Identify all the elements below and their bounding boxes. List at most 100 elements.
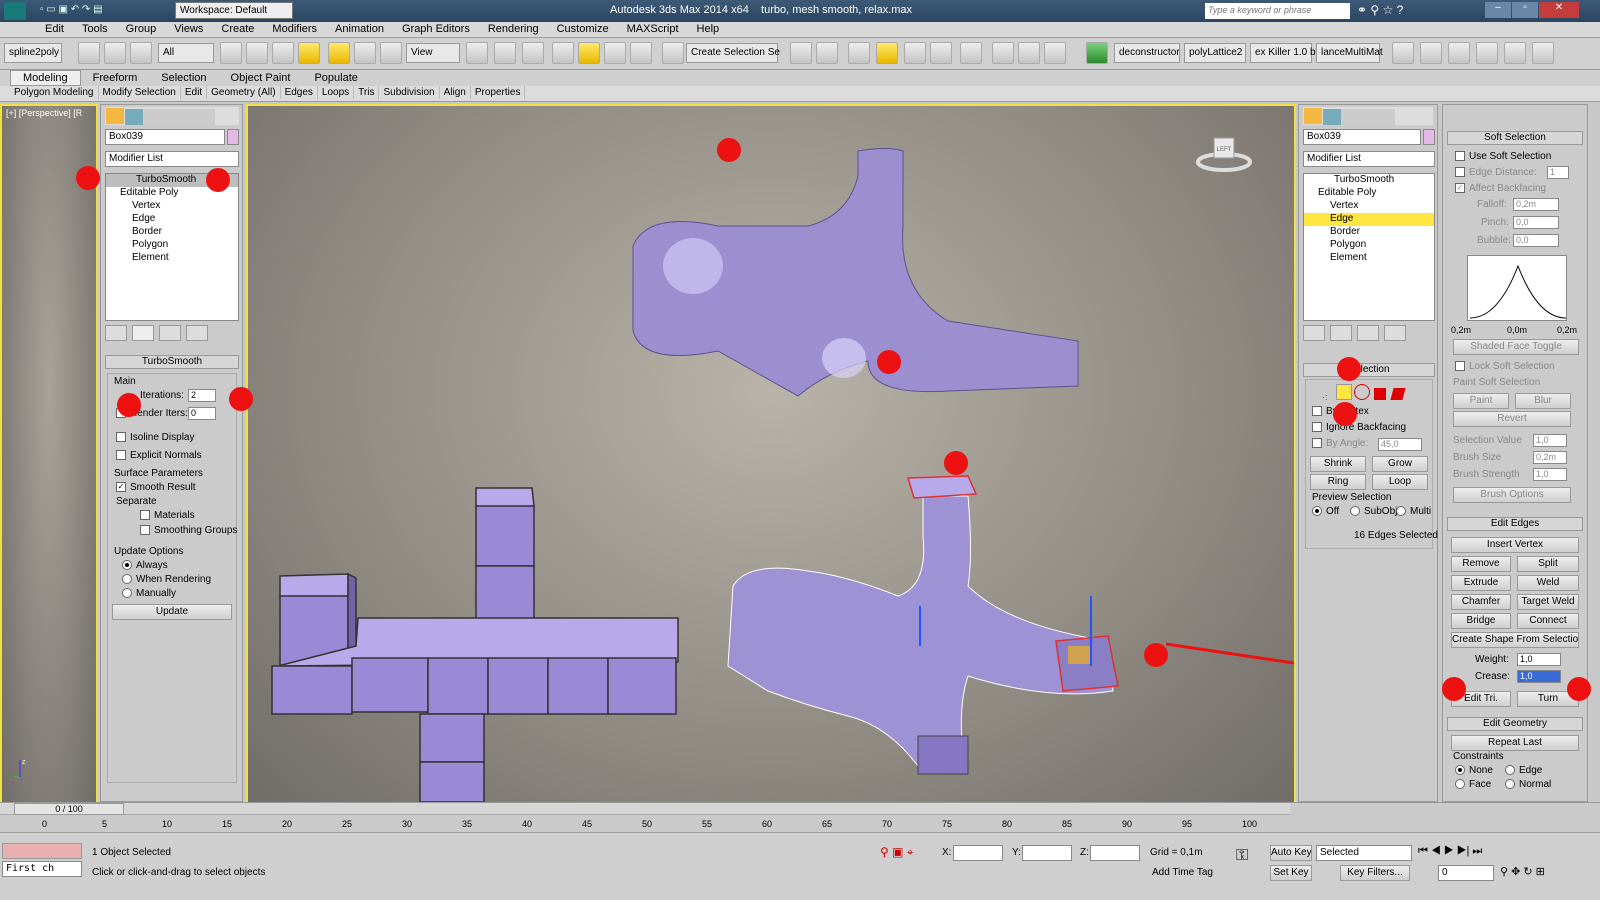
preview-subobj-radio[interactable] [1350, 506, 1360, 517]
subobject-level-icons[interactable]: ·: [1322, 384, 1426, 402]
always-radio-row[interactable]: Always [122, 560, 168, 571]
preview-off-radio[interactable] [1312, 506, 1322, 517]
when-rendering-radio-row[interactable]: When Rendering [122, 574, 211, 585]
link-icon[interactable] [78, 42, 100, 64]
curve-editor-icon[interactable] [904, 42, 926, 64]
rotate-icon[interactable] [354, 42, 376, 64]
x-coordinate-field[interactable] [953, 845, 1003, 861]
ribbon-panel[interactable]: Subdivision [379, 86, 440, 99]
configure-sets-icon[interactable] [1384, 325, 1406, 341]
box-base-object[interactable] [271, 487, 679, 803]
menu-item[interactable]: Customize [548, 22, 618, 36]
create-tab-icon[interactable] [106, 108, 124, 124]
add-time-tag-text[interactable]: Add Time Tag [1152, 867, 1213, 878]
when-rendering-radio[interactable] [122, 574, 132, 585]
keyboard-shortcut-icon[interactable] [522, 42, 544, 64]
rect-region-icon[interactable] [272, 42, 294, 64]
render-setup-icon[interactable] [992, 42, 1014, 64]
edge-distance-row[interactable]: Edge Distance: [1455, 167, 1537, 178]
ribbon-panel[interactable]: Edges [281, 86, 318, 99]
shirt-icon[interactable] [1448, 42, 1470, 64]
right-command-tabs[interactable] [1303, 107, 1433, 125]
menu-item[interactable]: Rendering [479, 22, 548, 36]
constraint-edge-radio[interactable] [1505, 765, 1515, 776]
materials-row[interactable]: Materials [140, 510, 195, 521]
edge-distance-spinner[interactable]: 1 [1547, 166, 1569, 179]
constraint-normal-row[interactable]: Normal [1505, 779, 1551, 790]
vertex-level-icon[interactable]: ·: [1322, 392, 1336, 406]
schematic-view-icon[interactable] [930, 42, 952, 64]
ribbon-panel[interactable]: Polygon Modeling [10, 86, 99, 99]
wireframe-smooth-object[interactable] [727, 475, 1119, 775]
left-viewport[interactable]: [+] [Perspective] [R z [0, 104, 98, 819]
ribbon-tab[interactable]: Object Paint [219, 71, 303, 85]
time-slider-thumb[interactable]: 0 / 100 [14, 803, 124, 815]
modify-tab-icon[interactable] [1323, 109, 1341, 125]
by-vertex-checkbox[interactable] [1312, 406, 1322, 417]
grow-button[interactable]: Grow [1372, 456, 1428, 472]
menu-item[interactable]: Edit [36, 22, 73, 36]
stack-item[interactable]: Vertex [1304, 200, 1434, 213]
app-logo-icon[interactable] [4, 2, 26, 20]
preview-subobj-row[interactable]: SubObj [1350, 506, 1397, 517]
brush-strength-spinner[interactable]: 1,0 [1533, 468, 1567, 481]
render-icon[interactable] [1044, 42, 1066, 64]
script-button-killer[interactable]: ex Killer 1.0 by [1250, 43, 1321, 63]
explicit-normals-row[interactable]: Explicit Normals [116, 450, 202, 461]
y-coordinate-field[interactable] [1022, 845, 1072, 861]
script-button-deconstructor[interactable]: deconstructor [1114, 43, 1180, 63]
perspective-viewport[interactable]: LEFT [246, 104, 1296, 819]
selection-rollout-header[interactable]: Selection [1303, 363, 1435, 377]
stack-item[interactable]: Polygon [106, 239, 238, 252]
affect-backfacing-checkbox[interactable]: ✓ [1455, 183, 1465, 194]
use-soft-selection-row[interactable]: Use Soft Selection [1455, 151, 1551, 162]
quick-access-icons[interactable]: ▫ ▭ ▣ ↶ ↷ ▤ [40, 4, 170, 18]
object-color-swatch-right[interactable] [1423, 129, 1435, 145]
bridge-button[interactable]: Bridge [1451, 613, 1511, 629]
crease-spinner[interactable]: 1,0 [1517, 670, 1561, 683]
z-coordinate-field[interactable] [1090, 845, 1140, 861]
workspace-dropdown[interactable]: Workspace: Default [175, 2, 293, 19]
create-shape-button[interactable]: Create Shape From Selection [1451, 632, 1579, 648]
smooth-result-checkbox[interactable]: ✓ [116, 482, 126, 493]
constraint-none-row[interactable]: None [1455, 765, 1493, 776]
constraint-normal-radio[interactable] [1505, 779, 1515, 790]
shrink-button[interactable]: Shrink [1310, 456, 1366, 472]
manipulate-icon[interactable] [494, 42, 516, 64]
selection-value-spinner[interactable]: 1,0 [1533, 434, 1567, 447]
stack-tools-right[interactable] [1303, 325, 1435, 343]
extrude-button[interactable]: Extrude [1451, 575, 1511, 591]
extra-tool-icon[interactable] [1532, 42, 1554, 64]
minimize-button[interactable]: – [1485, 2, 1511, 18]
update-button[interactable]: Update [112, 604, 232, 620]
selection-filter-dropdown[interactable]: All [158, 43, 214, 63]
shaded-face-toggle-button[interactable]: Shaded Face Toggle [1453, 339, 1579, 355]
maximize-button[interactable]: ▫ [1512, 2, 1538, 18]
display-tab-icon[interactable] [179, 109, 197, 125]
border-level-icon[interactable] [1354, 384, 1370, 400]
playback-controls[interactable]: ⏮ ◀ ▶ ▶| ⏭ [1418, 845, 1588, 861]
script-icon[interactable] [1086, 42, 1108, 64]
stack-tools[interactable] [105, 325, 239, 343]
ribbon-tab[interactable]: Selection [149, 71, 218, 85]
key-icon[interactable]: ⚿ [1236, 847, 1248, 865]
align-icon[interactable] [816, 42, 838, 64]
bind-icon[interactable] [130, 42, 152, 64]
target-weld-button[interactable]: Target Weld [1517, 594, 1579, 610]
script-button-multimat[interactable]: lanceMultiMat [1316, 43, 1383, 63]
render-frame-icon[interactable] [1018, 42, 1040, 64]
stack-item[interactable]: TurboSmooth [1304, 174, 1434, 187]
isoline-checkbox[interactable] [116, 432, 126, 443]
maxscript-mini-listener[interactable]: First ch [2, 861, 82, 877]
smooth-result-row[interactable]: ✓ Smooth Result [116, 482, 196, 493]
set-key-button[interactable]: Set Key [1270, 865, 1312, 881]
edge-distance-checkbox[interactable] [1455, 167, 1465, 178]
pin-stack-icon[interactable] [1303, 325, 1325, 341]
lock-soft-selection-checkbox[interactable] [1455, 361, 1465, 372]
hierarchy-tab-icon[interactable] [1341, 109, 1359, 125]
ribbon-tab[interactable]: Freeform [81, 71, 150, 85]
menu-item[interactable]: Group [117, 22, 166, 36]
key-filters-button[interactable]: Key Filters... [1340, 865, 1410, 881]
blur-button[interactable]: Blur [1515, 393, 1571, 409]
ribbon-tab[interactable]: Populate [302, 71, 369, 85]
